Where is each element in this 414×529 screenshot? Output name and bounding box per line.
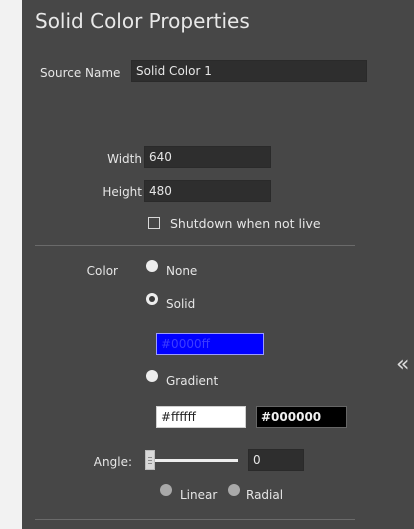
gradient-linear-label: Linear: [180, 488, 218, 502]
double-chevron-left-icon[interactable]: «: [396, 352, 409, 377]
gradient-start-swatch[interactable]: #ffffff: [156, 406, 246, 428]
gradient-radial-label: Radial: [246, 488, 284, 502]
solid-color-properties-panel: Solid Color Properties Source Name Solid…: [0, 0, 414, 529]
gradient-end-swatch[interactable]: #000000: [256, 406, 347, 428]
divider-bottom: [35, 519, 355, 520]
gradient-linear-radio[interactable]: [160, 484, 172, 496]
shutdown-checkbox[interactable]: [148, 217, 160, 229]
color-label: Color: [86, 264, 118, 278]
angle-slider-thumb[interactable]: [145, 450, 155, 470]
height-input[interactable]: 480: [144, 180, 271, 202]
color-solid-radio[interactable]: [146, 293, 158, 305]
angle-slider-track[interactable]: [148, 459, 238, 462]
height-label: Height: [102, 185, 142, 199]
shutdown-label: Shutdown when not live: [170, 216, 321, 231]
color-none-label: None: [166, 264, 198, 278]
angle-input[interactable]: 0: [248, 449, 304, 471]
angle-label: Angle:: [93, 455, 132, 469]
color-none-radio[interactable]: [146, 260, 158, 272]
left-border: [0, 0, 22, 529]
color-gradient-radio[interactable]: [146, 370, 158, 382]
source-name-input[interactable]: Solid Color 1: [131, 60, 367, 82]
color-solid-label: Solid: [166, 297, 196, 311]
width-input[interactable]: 640: [144, 146, 271, 168]
gradient-radial-radio[interactable]: [228, 484, 240, 496]
solid-color-swatch[interactable]: #0000ff: [156, 333, 264, 355]
divider-top: [35, 245, 355, 246]
color-gradient-label: Gradient: [166, 374, 219, 388]
width-label: Width: [107, 152, 142, 166]
panel-title: Solid Color Properties: [35, 9, 250, 33]
source-name-label: Source Name: [40, 66, 121, 80]
